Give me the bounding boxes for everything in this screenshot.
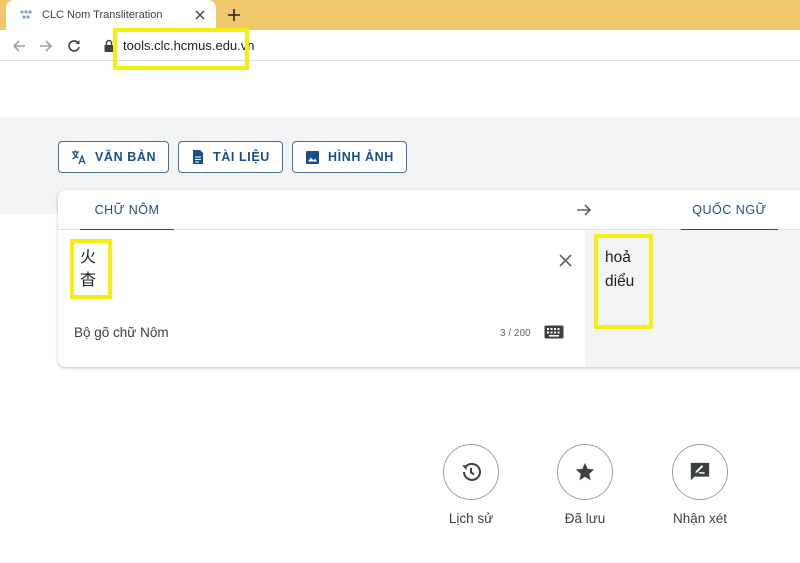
mode-document-label: TÀI LIỆU — [213, 150, 270, 164]
browser-tab[interactable]: CLC Nom Transliteration — [6, 0, 216, 30]
target-language-tab[interactable]: QUỐC NGỮ — [681, 190, 778, 231]
history-label: Lịch sử — [448, 511, 494, 526]
history-button[interactable] — [443, 444, 499, 500]
new-tab-plus-icon[interactable] — [224, 5, 244, 25]
feedback-button[interactable] — [672, 444, 728, 500]
image-icon — [306, 150, 319, 164]
source-language-tab[interactable]: CHỮ NÔM — [80, 190, 174, 231]
saved-action[interactable]: Đã lưu — [545, 444, 625, 526]
keyboard-icon[interactable] — [544, 325, 564, 339]
star-icon — [575, 462, 595, 481]
clear-icon[interactable] — [555, 250, 575, 270]
source-panel: 火 杳 Bộ gõ chữ Nôm 3 / 200 — [58, 230, 585, 367]
nom-ime-link[interactable]: Bộ gõ chữ Nôm — [74, 325, 169, 340]
mode-image-button[interactable]: HÌNH ẢNH — [292, 141, 407, 173]
language-tabs: CHỮ NÔM QUỐC NGỮ — [58, 190, 800, 231]
feedback-icon — [690, 462, 710, 481]
translate-icon — [72, 150, 86, 165]
back-arrow-icon[interactable] — [10, 37, 28, 55]
target-language-label: QUỐC NGỮ — [692, 203, 767, 217]
site-favicon-icon — [18, 7, 34, 23]
translator-card: CHỮ NÔM QUỐC NGỮ 火 杳 Bộ gõ chữ Nôm 3 / 2… — [58, 190, 800, 367]
tab-close-icon[interactable] — [192, 7, 208, 23]
mode-text-label: VĂN BẢN — [95, 150, 157, 164]
mode-document-button[interactable]: TÀI LIỆU — [178, 141, 283, 173]
swap-arrow-icon[interactable] — [575, 201, 593, 219]
saved-label: Đã lưu — [564, 511, 606, 526]
saved-button[interactable] — [557, 444, 613, 500]
reload-icon[interactable] — [65, 37, 83, 55]
source-highlight-box — [70, 239, 112, 299]
url-highlight-box — [113, 28, 249, 70]
history-action[interactable]: Lịch sử — [431, 444, 511, 526]
mode-image-label: HÌNH ẢNH — [328, 150, 394, 164]
forward-arrow-icon[interactable] — [37, 37, 55, 55]
tab-title: CLC Nom Transliteration — [42, 9, 163, 21]
target-panel: hoả diểu — [585, 230, 800, 367]
feedback-label: Nhận xét — [672, 511, 728, 526]
mode-text-button[interactable]: VĂN BẢN — [58, 141, 170, 173]
history-icon — [462, 462, 481, 481]
target-highlight-box — [594, 234, 653, 329]
source-language-label: CHỮ NÔM — [94, 203, 160, 217]
browser-tabstrip: CLC Nom Transliteration — [0, 0, 800, 30]
char-counter: 3 / 200 — [500, 328, 531, 339]
document-icon — [193, 150, 203, 164]
feedback-action[interactable]: Nhận xét — [660, 444, 740, 526]
